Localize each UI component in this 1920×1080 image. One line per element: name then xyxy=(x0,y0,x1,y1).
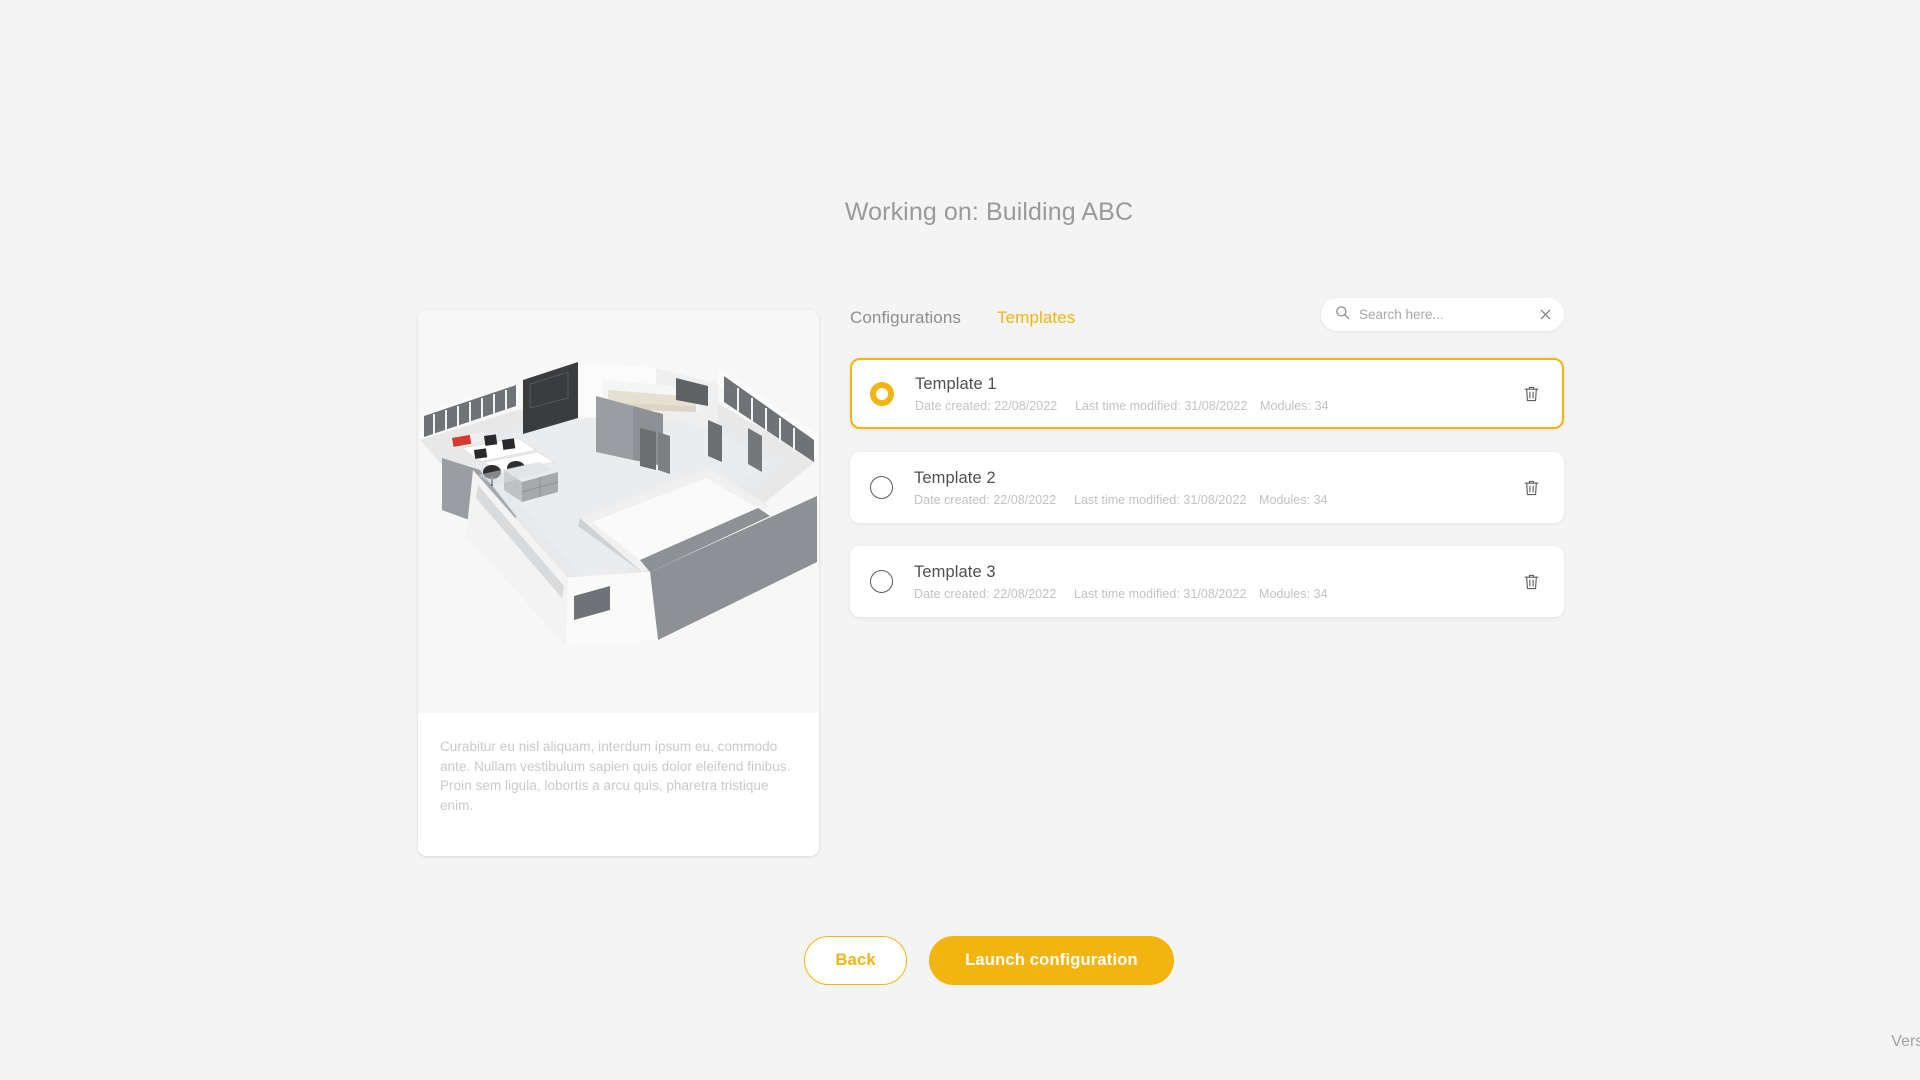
last-modified: Last time modified: 31/08/2022 xyxy=(1074,586,1247,601)
last-modified: Last time modified: 31/08/2022 xyxy=(1075,398,1248,413)
launch-configuration-button[interactable]: Launch configuration xyxy=(929,936,1174,985)
action-bar: Back Launch configuration xyxy=(0,936,1920,985)
radio-button[interactable] xyxy=(870,570,893,593)
template-title: Template 3 xyxy=(914,562,996,581)
radio-button-selected[interactable] xyxy=(870,381,894,406)
template-row[interactable]: Template 1 Date created: 22/08/2022 Last… xyxy=(850,358,1564,429)
template-info: Template 3 Date created: 22/08/2022 Last… xyxy=(914,563,1517,601)
templates-panel: Configurations Templates Search here... … xyxy=(850,298,1564,640)
tab-templates[interactable]: Templates xyxy=(997,308,1075,328)
date-created: Date created: 22/08/2022 xyxy=(914,586,1057,601)
preview-card: Curabitur eu nisl aliquam, interdum ipsu… xyxy=(418,310,819,856)
radio-button[interactable] xyxy=(870,476,893,499)
template-meta: Date created: 22/08/2022 Last time modif… xyxy=(914,587,1517,601)
search-box[interactable] xyxy=(1321,298,1564,331)
tab-bar: Configurations Templates xyxy=(850,298,1564,336)
template-title: Template 2 xyxy=(914,468,996,487)
trash-icon xyxy=(1523,385,1540,403)
delete-template-button[interactable] xyxy=(1517,379,1546,409)
trash-icon xyxy=(1523,479,1540,497)
trash-icon xyxy=(1523,573,1540,591)
template-row[interactable]: Template 3 Date created: 22/08/2022 Last… xyxy=(850,546,1564,617)
last-modified: Last time modified: 31/08/2022 xyxy=(1074,492,1247,507)
template-meta: Date created: 22/08/2022 Last time modif… xyxy=(915,399,1517,413)
page-title: Working on: Building ABC xyxy=(844,198,1134,226)
template-info: Template 1 Date created: 22/08/2022 Last… xyxy=(915,375,1517,413)
tab-configurations[interactable]: Configurations xyxy=(850,308,961,328)
delete-template-button[interactable] xyxy=(1517,567,1546,597)
template-info: Template 2 Date created: 22/08/2022 Last… xyxy=(914,469,1517,507)
template-title: Template 1 xyxy=(915,374,997,393)
modules-count: Modules: 34 xyxy=(1259,586,1328,601)
back-button[interactable]: Back xyxy=(804,936,908,985)
template-meta: Date created: 22/08/2022 Last time modif… xyxy=(914,493,1517,507)
search-input[interactable] xyxy=(1359,307,1539,322)
close-icon xyxy=(1539,308,1552,321)
date-created: Date created: 22/08/2022 xyxy=(914,492,1057,507)
clear-search-button[interactable] xyxy=(1539,308,1552,321)
floorplan-render-image xyxy=(418,310,819,713)
version-label: Version 2 xyxy=(1891,1033,1920,1050)
delete-template-button[interactable] xyxy=(1517,473,1546,503)
modules-count: Modules: 34 xyxy=(1260,398,1329,413)
modules-count: Modules: 34 xyxy=(1259,492,1328,507)
search-icon xyxy=(1335,305,1350,325)
template-list: Template 1 Date created: 22/08/2022 Last… xyxy=(850,358,1564,617)
date-created: Date created: 22/08/2022 xyxy=(915,398,1058,413)
template-row[interactable]: Template 2 Date created: 22/08/2022 Last… xyxy=(850,452,1564,523)
preview-description: Curabitur eu nisl aliquam, interdum ipsu… xyxy=(440,739,791,813)
